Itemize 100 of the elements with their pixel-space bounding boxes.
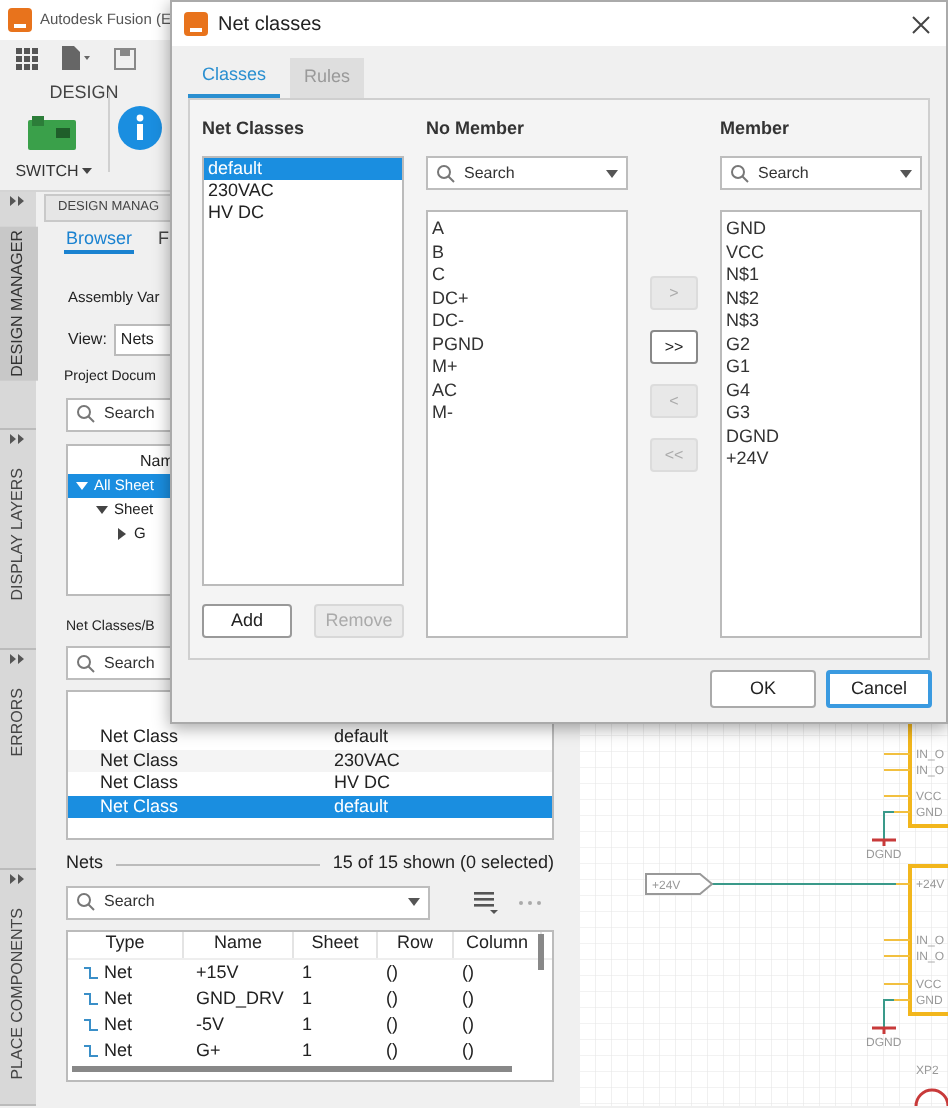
search-field[interactable]: Search [426,156,628,190]
list-item[interactable]: A [428,218,626,241]
list-item[interactable]: PGND [428,333,626,356]
caret-icon [606,169,618,177]
ribbon-label: DESIGN [49,80,119,106]
switch-button[interactable]: SWITCH [15,159,93,183]
table-cell: () [462,1039,474,1059]
app-icon [184,12,208,36]
search-field[interactable]: Search [720,156,922,190]
cancel-button[interactable]: Cancel [826,670,932,708]
table-cell: +15V [196,961,239,981]
column-header[interactable]: Row [378,931,454,958]
side-tab[interactable]: PLACE COMPONENTS [0,904,38,1084]
search-icon [76,653,96,674]
tab[interactable]: Browser [64,226,135,254]
grid-icon [16,47,38,69]
table-row[interactable]: Net Class 230VAC [68,749,552,773]
table-row[interactable]: Net Class default [68,795,552,819]
search-icon [76,892,96,913]
list-item[interactable]: N$1 [722,264,920,287]
add-button[interactable]: Add [202,604,292,638]
list-item[interactable]: +24V [722,448,920,471]
table-cell: () [462,961,474,981]
table-cell: () [386,1013,398,1033]
table-cell-text: Net [104,1037,133,1063]
column-label: Member [720,116,792,142]
pin-line [883,795,911,797]
pin-line [883,955,911,957]
column-header[interactable]: Name [184,931,294,958]
list-item[interactable]: DC+ [428,287,626,310]
column-header[interactable]: Type [68,931,184,958]
table-cell-text: Net [104,959,133,985]
section-label: Nets [66,850,104,877]
table-cell: 1 [302,1039,313,1059]
caret-icon [408,898,420,907]
caret-icon [900,169,912,177]
net-port [645,873,714,895]
list-item[interactable]: G2 [722,333,920,356]
side-tab[interactable]: ERRORS [0,684,38,761]
list-item[interactable]: VCC [722,241,920,264]
pin-line [883,769,911,771]
save-icon [114,47,136,69]
scrollbar[interactable] [538,933,544,970]
table-cell-text: Net [104,985,133,1011]
list-item[interactable]: B [428,241,626,264]
table-cell: -5V [196,1013,225,1033]
list-item[interactable]: C [428,264,626,287]
side-tab[interactable]: DISPLAY LAYERS [0,464,38,605]
table-row[interactable]: Net Class default [68,726,552,750]
table-cell-text: Net [104,1011,133,1037]
circuit-board-icon [28,115,80,151]
double-chevron-icon [10,434,26,444]
transfer-button[interactable]: >> [650,330,698,364]
table-cell: () [386,961,398,981]
app-icon [8,8,32,32]
side-tab[interactable]: DESIGN MANAGER [0,226,38,381]
list-item[interactable]: G1 [722,356,920,379]
list-item[interactable]: M+ [428,356,626,379]
file-icon [62,46,90,70]
list-item[interactable]: DGND [722,425,920,448]
list-item[interactable]: M- [428,402,626,425]
close-icon [912,15,930,33]
tab[interactable]: F [158,226,170,254]
scrollbar[interactable] [72,1065,512,1072]
list-item[interactable]: G4 [722,379,920,402]
list-item[interactable]: N$2 [722,287,920,310]
double-chevron-icon [10,654,26,664]
double-chevron-icon [10,874,26,884]
table-cell: () [462,987,474,1007]
list-item[interactable]: HV DC [204,202,402,224]
table-cell: 1 [302,961,313,981]
table-cell: 1 [302,1013,313,1033]
column-header[interactable]: Sheet [294,931,378,958]
list-item[interactable]: DC- [428,310,626,333]
table-cell: () [462,1013,474,1033]
pin-line [883,983,911,985]
list-item[interactable]: G3 [722,402,920,425]
pin-line [883,753,911,755]
table-cell: G+ [196,1039,221,1059]
ok-button[interactable]: OK [710,670,816,708]
column-label: Net Classes [202,116,307,142]
list-item[interactable]: 230VAC [204,180,402,202]
search-field[interactable]: Search [66,885,430,920]
search-icon [76,404,96,425]
table-row[interactable]: Net Class HV DC [68,772,552,796]
list-item[interactable]: GND [722,218,920,241]
pin-line [883,939,911,941]
close-button[interactable] [912,15,930,33]
table-cell: 1 [302,987,313,1007]
ground-symbol [870,999,898,1036]
connector-symbol [914,1088,948,1106]
search-icon [436,163,456,183]
caret-icon [82,168,93,174]
list-item[interactable]: default [204,158,402,180]
table-cell: GND_DRV [196,987,284,1007]
net-count: 15 of 15 shown (0 selected) [332,850,554,877]
list-item[interactable]: N$3 [722,310,920,333]
list-item[interactable]: AC [428,379,626,402]
view-label: View: [68,328,107,353]
table-cell: () [386,987,398,1007]
